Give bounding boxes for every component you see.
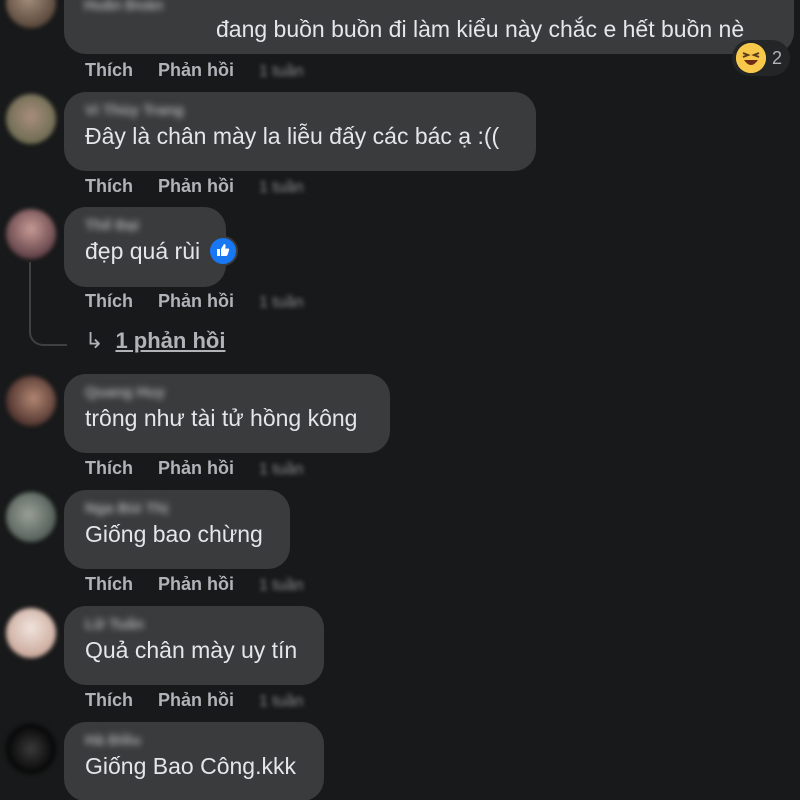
comment-text: trông như tài tử hồng kông bbox=[85, 405, 358, 431]
comment-author[interactable]: Lữ Tuấn bbox=[85, 615, 306, 635]
comment-bubble: Hà Điều Giống Bao Công.kkk bbox=[64, 722, 324, 800]
reaction-badge[interactable]: 2 bbox=[731, 40, 790, 76]
comment-timestamp[interactable]: 1 tuần bbox=[259, 294, 303, 311]
like-button[interactable]: Thích bbox=[85, 176, 133, 196]
comment-timestamp[interactable]: 1 tuần bbox=[259, 179, 303, 196]
reply-button[interactable]: Phản hồi bbox=[158, 574, 234, 594]
comment-text: Giống bao chừng bbox=[85, 521, 263, 547]
comment-text: đang buồn buồn đi làm kiểu này chắc e hế… bbox=[216, 16, 745, 42]
comment-bubble: Quang Huy trông như tài tử hồng kông bbox=[64, 374, 390, 453]
comment-text: Đây là chân mày la liễu đấy các bác ạ :(… bbox=[85, 123, 500, 149]
reply-arrow-icon: ↳ bbox=[85, 328, 104, 353]
like-button[interactable]: Thích bbox=[85, 574, 133, 594]
thread-connector-line bbox=[29, 262, 67, 346]
comment-author[interactable]: Nga Bùi Thị bbox=[85, 499, 272, 519]
comment-timestamp[interactable]: 1 tuần bbox=[259, 461, 303, 478]
avatar[interactable] bbox=[6, 376, 56, 426]
comment-text: đẹp quá rùi bbox=[85, 235, 239, 268]
like-button[interactable]: Thích bbox=[85, 291, 133, 311]
comment-text: Giống Bao Công.kkk bbox=[85, 753, 296, 779]
comment-author[interactable]: Thế Đại bbox=[85, 216, 208, 236]
comment-timestamp[interactable]: 1 tuần bbox=[259, 63, 303, 80]
avatar[interactable] bbox=[6, 724, 56, 774]
comment-actions: Thích Phản hồi 1 tuần bbox=[85, 457, 324, 481]
reply-button[interactable]: Phản hồi bbox=[158, 60, 234, 80]
comment-timestamp[interactable]: 1 tuần bbox=[259, 693, 303, 710]
reply-button[interactable]: Phản hồi bbox=[158, 690, 234, 710]
comment-actions: Thích Phản hồi 1 tuần bbox=[85, 59, 324, 83]
avatar[interactable] bbox=[6, 94, 56, 144]
view-replies-link[interactable]: ↳ 1 phản hồi bbox=[85, 328, 225, 354]
comment-author[interactable]: Hà Điều bbox=[85, 731, 306, 751]
like-thumbs-up-icon[interactable] bbox=[208, 235, 239, 266]
reaction-count: 2 bbox=[771, 47, 782, 68]
like-button[interactable]: Thích bbox=[85, 690, 133, 710]
like-button[interactable]: Thích bbox=[85, 60, 133, 80]
comment-actions: Thích Phản hồi 1 tuần bbox=[85, 290, 324, 314]
comments-feed: Huấn Đoàn đang buồn buồn đi làm kiểu này… bbox=[0, 0, 800, 800]
reply-button[interactable]: Phản hồi bbox=[158, 291, 234, 311]
comment-author[interactable]: Quang Huy bbox=[85, 383, 372, 403]
comment-bubble: Thế Đại đẹp quá rùi bbox=[64, 207, 239, 287]
comment-bubble: Huấn Đoàn đang buồn buồn đi làm kiểu này… bbox=[64, 0, 794, 54]
like-button[interactable]: Thích bbox=[85, 458, 133, 478]
comment-timestamp[interactable]: 1 tuần bbox=[259, 577, 303, 594]
comment-bubble: Vi Thùy Trang Đây là chân mày la liễu đấ… bbox=[64, 92, 536, 171]
avatar[interactable] bbox=[6, 209, 56, 259]
avatar[interactable] bbox=[6, 0, 56, 28]
comment-author[interactable]: Vi Thùy Trang bbox=[85, 101, 518, 121]
avatar[interactable] bbox=[6, 492, 56, 542]
comment-text: Quả chân mày uy tín bbox=[85, 637, 298, 663]
comment-actions: Thích Phản hồi 1 tuần bbox=[85, 573, 324, 597]
comment-actions: Thích Phản hồi 1 tuần bbox=[85, 175, 324, 199]
avatar[interactable] bbox=[6, 608, 56, 658]
comment-author[interactable]: Huấn Đoàn bbox=[84, 0, 163, 16]
comment-bubble: Nga Bùi Thị Giống bao chừng bbox=[64, 490, 290, 569]
reply-button[interactable]: Phản hồi bbox=[158, 176, 234, 196]
comment-bubble: Lữ Tuấn Quả chân mày uy tín bbox=[64, 606, 324, 685]
comment-actions: Thích Phản hồi 1 tuần bbox=[85, 689, 324, 713]
laughing-emoji-icon bbox=[735, 43, 766, 73]
reply-button[interactable]: Phản hồi bbox=[158, 458, 234, 478]
